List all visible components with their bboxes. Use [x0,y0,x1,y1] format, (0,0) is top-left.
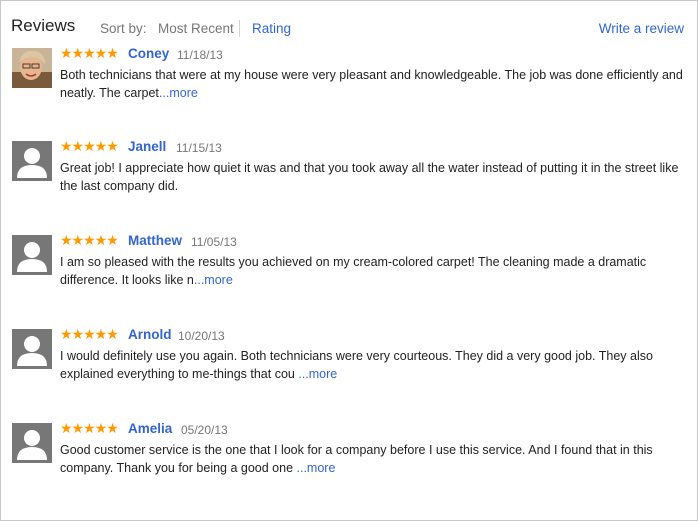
default-user-icon[interactable] [12,423,52,463]
review-date: 11/05/13 [191,235,237,249]
review-item: ★★★★★ Janell 11/15/13 Great job! I appre… [1,138,697,221]
review-item: ★★★★★ Coney 11/18/13 Both technicians th… [1,45,697,128]
more-link[interactable]: ...more [159,86,198,100]
review-date: 11/15/13 [176,141,222,155]
more-link[interactable]: ...more [194,273,233,287]
review-item: ★★★★★ Arnold 10/20/13 I would definitely… [1,326,697,409]
review-item: ★★★★★ Matthew 11/05/13 I am so pleased w… [1,232,697,315]
star-rating: ★★★★★ [60,326,119,342]
review-author[interactable]: Matthew [128,233,182,248]
star-rating: ★★★★★ [60,232,119,248]
review-author[interactable]: Arnold [128,327,172,342]
more-link[interactable]: ...more [297,461,336,475]
sort-rating-link[interactable]: Rating [252,21,291,36]
user-photo-avatar[interactable] [12,48,52,88]
review-date: 10/20/13 [178,329,225,343]
reviews-panel: Reviews Sort by: Most Recent Rating Writ… [0,0,698,521]
review-text: Good customer service is the one that I … [60,441,688,477]
star-rating: ★★★★★ [60,420,119,436]
review-text: Both technicians that were at my house w… [60,66,688,102]
write-review-link[interactable]: Write a review [599,21,684,36]
default-user-icon[interactable] [12,141,52,181]
reviews-header: Reviews Sort by: Most Recent Rating Writ… [1,1,697,45]
review-text-content: I am so pleased with the results you ach… [60,255,647,287]
reviews-title: Reviews [11,16,76,35]
review-date: 05/20/13 [181,423,228,437]
review-author[interactable]: Amelia [128,421,172,436]
sort-most-recent[interactable]: Most Recent [158,21,234,36]
review-text-content: I would definitely use you again. Both t… [60,349,653,381]
review-author[interactable]: Coney [128,46,169,61]
review-item: ★★★★★ Amelia 05/20/13 Good customer serv… [1,420,697,503]
review-date: 11/18/13 [177,48,223,62]
star-rating: ★★★★★ [60,45,119,61]
default-user-icon[interactable] [12,235,52,275]
star-rating: ★★★★★ [60,138,119,154]
review-text-content: Good customer service is the one that I … [60,443,653,475]
review-author[interactable]: Janell [128,139,166,154]
review-text-content: Both technicians that were at my house w… [60,68,683,100]
sort-by-label: Sort by: [100,21,147,36]
review-text-content: Great job! I appreciate how quiet it was… [60,161,679,193]
review-text: Great job! I appreciate how quiet it was… [60,159,688,195]
more-link[interactable]: ...more [298,367,337,381]
sort-divider [239,20,240,37]
default-user-icon[interactable] [12,329,52,369]
review-text: I would definitely use you again. Both t… [60,347,688,383]
review-text: I am so pleased with the results you ach… [60,253,688,289]
